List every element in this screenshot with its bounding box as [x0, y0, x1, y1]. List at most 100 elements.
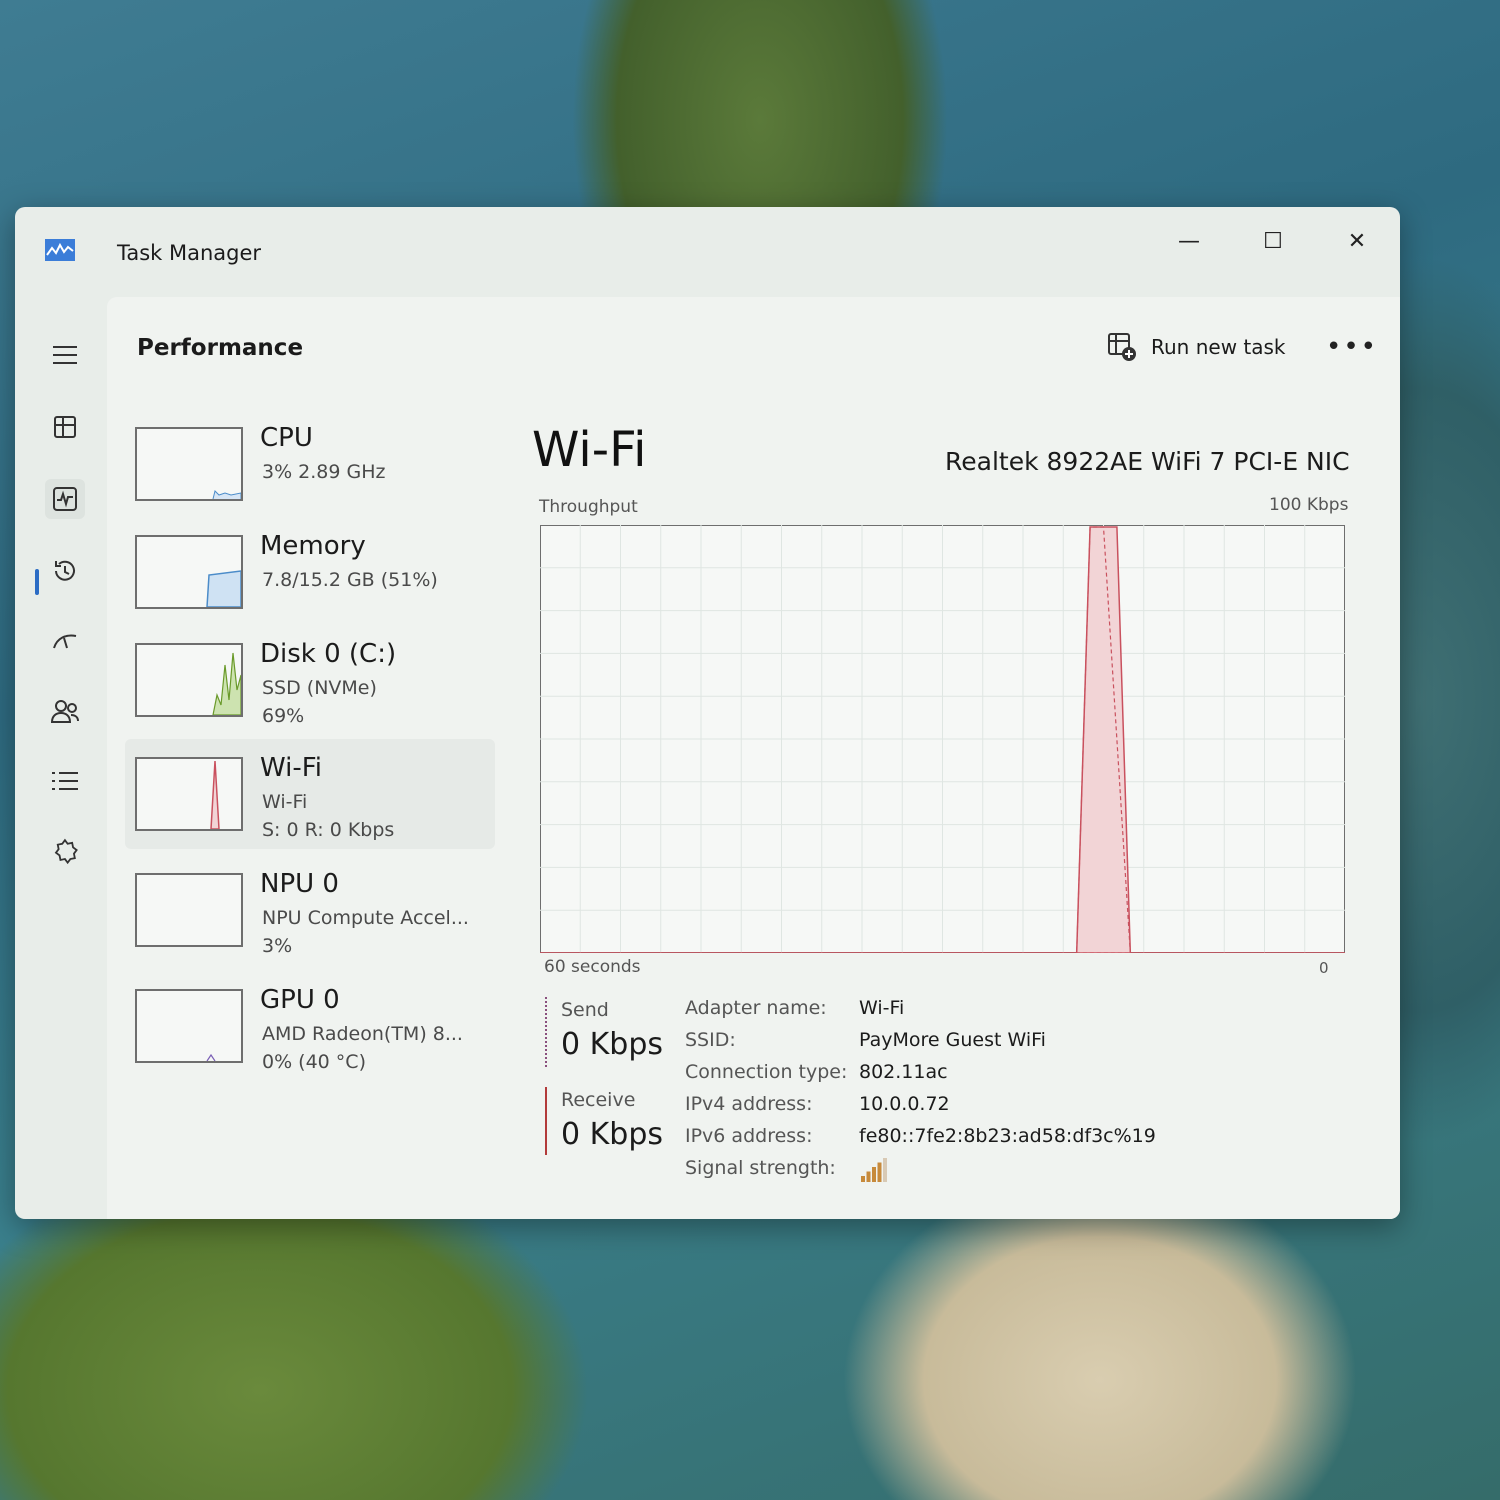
send-value: 0 Kbps: [561, 1027, 664, 1062]
property-key: IPv6 address:: [685, 1125, 813, 1147]
device-cpu[interactable]: CPU 3% 2.89 GHz: [125, 409, 495, 519]
device-subtitle: NPU Compute Accel...: [262, 907, 469, 929]
property-value: PayMore Guest WiFi: [859, 1029, 1046, 1051]
property-row: Adapter name: Wi-Fi: [685, 997, 1285, 1027]
device-name: CPU: [260, 423, 313, 453]
property-key: Signal strength:: [685, 1157, 836, 1179]
app-title: Task Manager: [117, 241, 262, 265]
property-value: [859, 1157, 889, 1183]
page-title: Performance: [137, 335, 304, 361]
x-axis-right-label: 0: [1319, 959, 1329, 977]
device-npu[interactable]: NPU 0 NPU Compute Accel... 3%: [125, 855, 495, 965]
x-axis-left-label: 60 seconds: [544, 957, 641, 977]
close-button[interactable]: ✕: [1329, 221, 1385, 261]
adapter-description: Realtek 8922AE WiFi 7 PCI-E NIC: [945, 447, 1350, 476]
chart-grid: [540, 525, 1345, 953]
minimize-icon: —: [1178, 228, 1200, 254]
memory-thumbnail-graph: [135, 535, 243, 609]
cpu-thumbnail-graph: [135, 427, 243, 501]
device-name: Memory: [260, 531, 366, 561]
device-usage: 0% (40 °C): [262, 1051, 366, 1073]
property-key: Adapter name:: [685, 997, 827, 1019]
nav-startup-apps[interactable]: [45, 621, 85, 661]
device-subtitle: 7.8/15.2 GB (51%): [262, 569, 438, 591]
property-row: SSID: PayMore Guest WiFi: [685, 1029, 1285, 1059]
run-new-task-icon: [1108, 333, 1136, 361]
npu-thumbnail-graph: [135, 873, 243, 947]
signal-bar: [861, 1176, 865, 1182]
nav-details[interactable]: [45, 761, 85, 801]
navigation-pane: [15, 297, 115, 1219]
disk-thumbnail-graph: [135, 643, 243, 717]
signal-strength-icon: [861, 1158, 887, 1182]
receive-metric: Receive 0 Kbps: [545, 1087, 691, 1155]
send-metric: Send 0 Kbps: [545, 997, 691, 1067]
selected-indicator: [35, 569, 39, 595]
device-subtitle: AMD Radeon(TM) 8...: [262, 1023, 463, 1045]
nav-processes[interactable]: [45, 407, 85, 447]
device-subtitle: Wi-Fi: [262, 791, 308, 813]
task-manager-app-icon: [45, 239, 75, 261]
receive-value: 0 Kbps: [561, 1117, 664, 1152]
nav-app-history[interactable]: [45, 551, 85, 591]
startup-apps-icon: [53, 634, 77, 649]
device-memory[interactable]: Memory 7.8/15.2 GB (51%): [125, 517, 495, 627]
app-history-icon: [55, 560, 75, 581]
device-name: NPU 0: [260, 869, 339, 899]
device-throughput: S: 0 R: 0 Kbps: [262, 819, 395, 841]
details-icon: [52, 772, 78, 790]
device-subtitle: SSD (NVMe): [262, 677, 377, 699]
y-max-label: 100 Kbps: [1269, 495, 1349, 515]
maximize-button[interactable]: ☐: [1245, 221, 1301, 261]
nav-users[interactable]: [45, 691, 85, 731]
property-row: IPv4 address: 10.0.0.72: [685, 1093, 1285, 1123]
run-new-task-label: Run new task: [1151, 335, 1286, 359]
property-key: IPv4 address:: [685, 1093, 813, 1115]
nav-performance[interactable]: [45, 479, 85, 519]
signal-bar: [877, 1162, 882, 1182]
run-new-task-button[interactable]: Run new task: [1107, 327, 1286, 367]
device-usage: 69%: [262, 705, 305, 727]
detail-title: Wi-Fi: [532, 422, 647, 478]
device-gpu[interactable]: GPU 0 AMD Radeon(TM) 8... 0% (40 °C): [125, 971, 495, 1081]
signal-bar: [883, 1158, 887, 1182]
property-value: fe80::7fe2:8b23:ad58:df3c%19: [859, 1125, 1156, 1147]
throughput-chart: [540, 525, 1345, 953]
close-icon: ✕: [1347, 228, 1367, 254]
title-bar: Task Manager — ☐ ✕: [15, 207, 1400, 297]
device-wifi[interactable]: Wi-Fi Wi-Fi S: 0 R: 0 Kbps: [125, 739, 495, 849]
property-key: SSID:: [685, 1029, 736, 1051]
signal-bar: [872, 1167, 876, 1182]
users-icon: [50, 700, 79, 723]
property-value: 10.0.0.72: [859, 1093, 950, 1115]
task-manager-window: Task Manager — ☐ ✕ Performance Run new t…: [15, 207, 1400, 1219]
wifi-thumbnail-graph: [135, 757, 243, 831]
performance-icon: [53, 487, 77, 511]
property-value: 802.11ac: [859, 1061, 948, 1083]
property-row: Signal strength:: [685, 1157, 1285, 1187]
device-name: GPU 0: [260, 985, 340, 1015]
hamburger-menu-button[interactable]: [45, 335, 85, 375]
device-usage: 3%: [262, 935, 293, 957]
minimize-button[interactable]: —: [1161, 221, 1217, 261]
property-row: IPv6 address: fe80::7fe2:8b23:ad58:df3c%…: [685, 1125, 1285, 1155]
nav-services[interactable]: [45, 831, 85, 871]
more-options-button[interactable]: •••: [1326, 327, 1376, 367]
gpu-thumbnail-graph: [135, 989, 243, 1063]
property-key: Connection type:: [685, 1061, 848, 1083]
performance-page: Performance Run new task ••• CPU 3% 2.89…: [107, 297, 1400, 1219]
maximize-icon: ☐: [1263, 228, 1283, 254]
device-disk[interactable]: Disk 0 (C:) SSD (NVMe) 69%: [125, 625, 495, 735]
chart-title: Throughput: [539, 497, 638, 517]
signal-bar: [866, 1171, 871, 1182]
send-label: Send: [561, 999, 609, 1021]
hamburger-menu-icon: [53, 346, 77, 364]
processes-icon: [54, 416, 76, 438]
device-subtitle: 3% 2.89 GHz: [262, 461, 386, 483]
receive-label: Receive: [561, 1089, 636, 1111]
device-name: Disk 0 (C:): [260, 639, 397, 669]
more-icon: •••: [1326, 332, 1379, 362]
property-row: Connection type: 802.11ac: [685, 1061, 1285, 1091]
property-value: Wi-Fi: [859, 997, 905, 1019]
services-icon: [54, 838, 78, 865]
